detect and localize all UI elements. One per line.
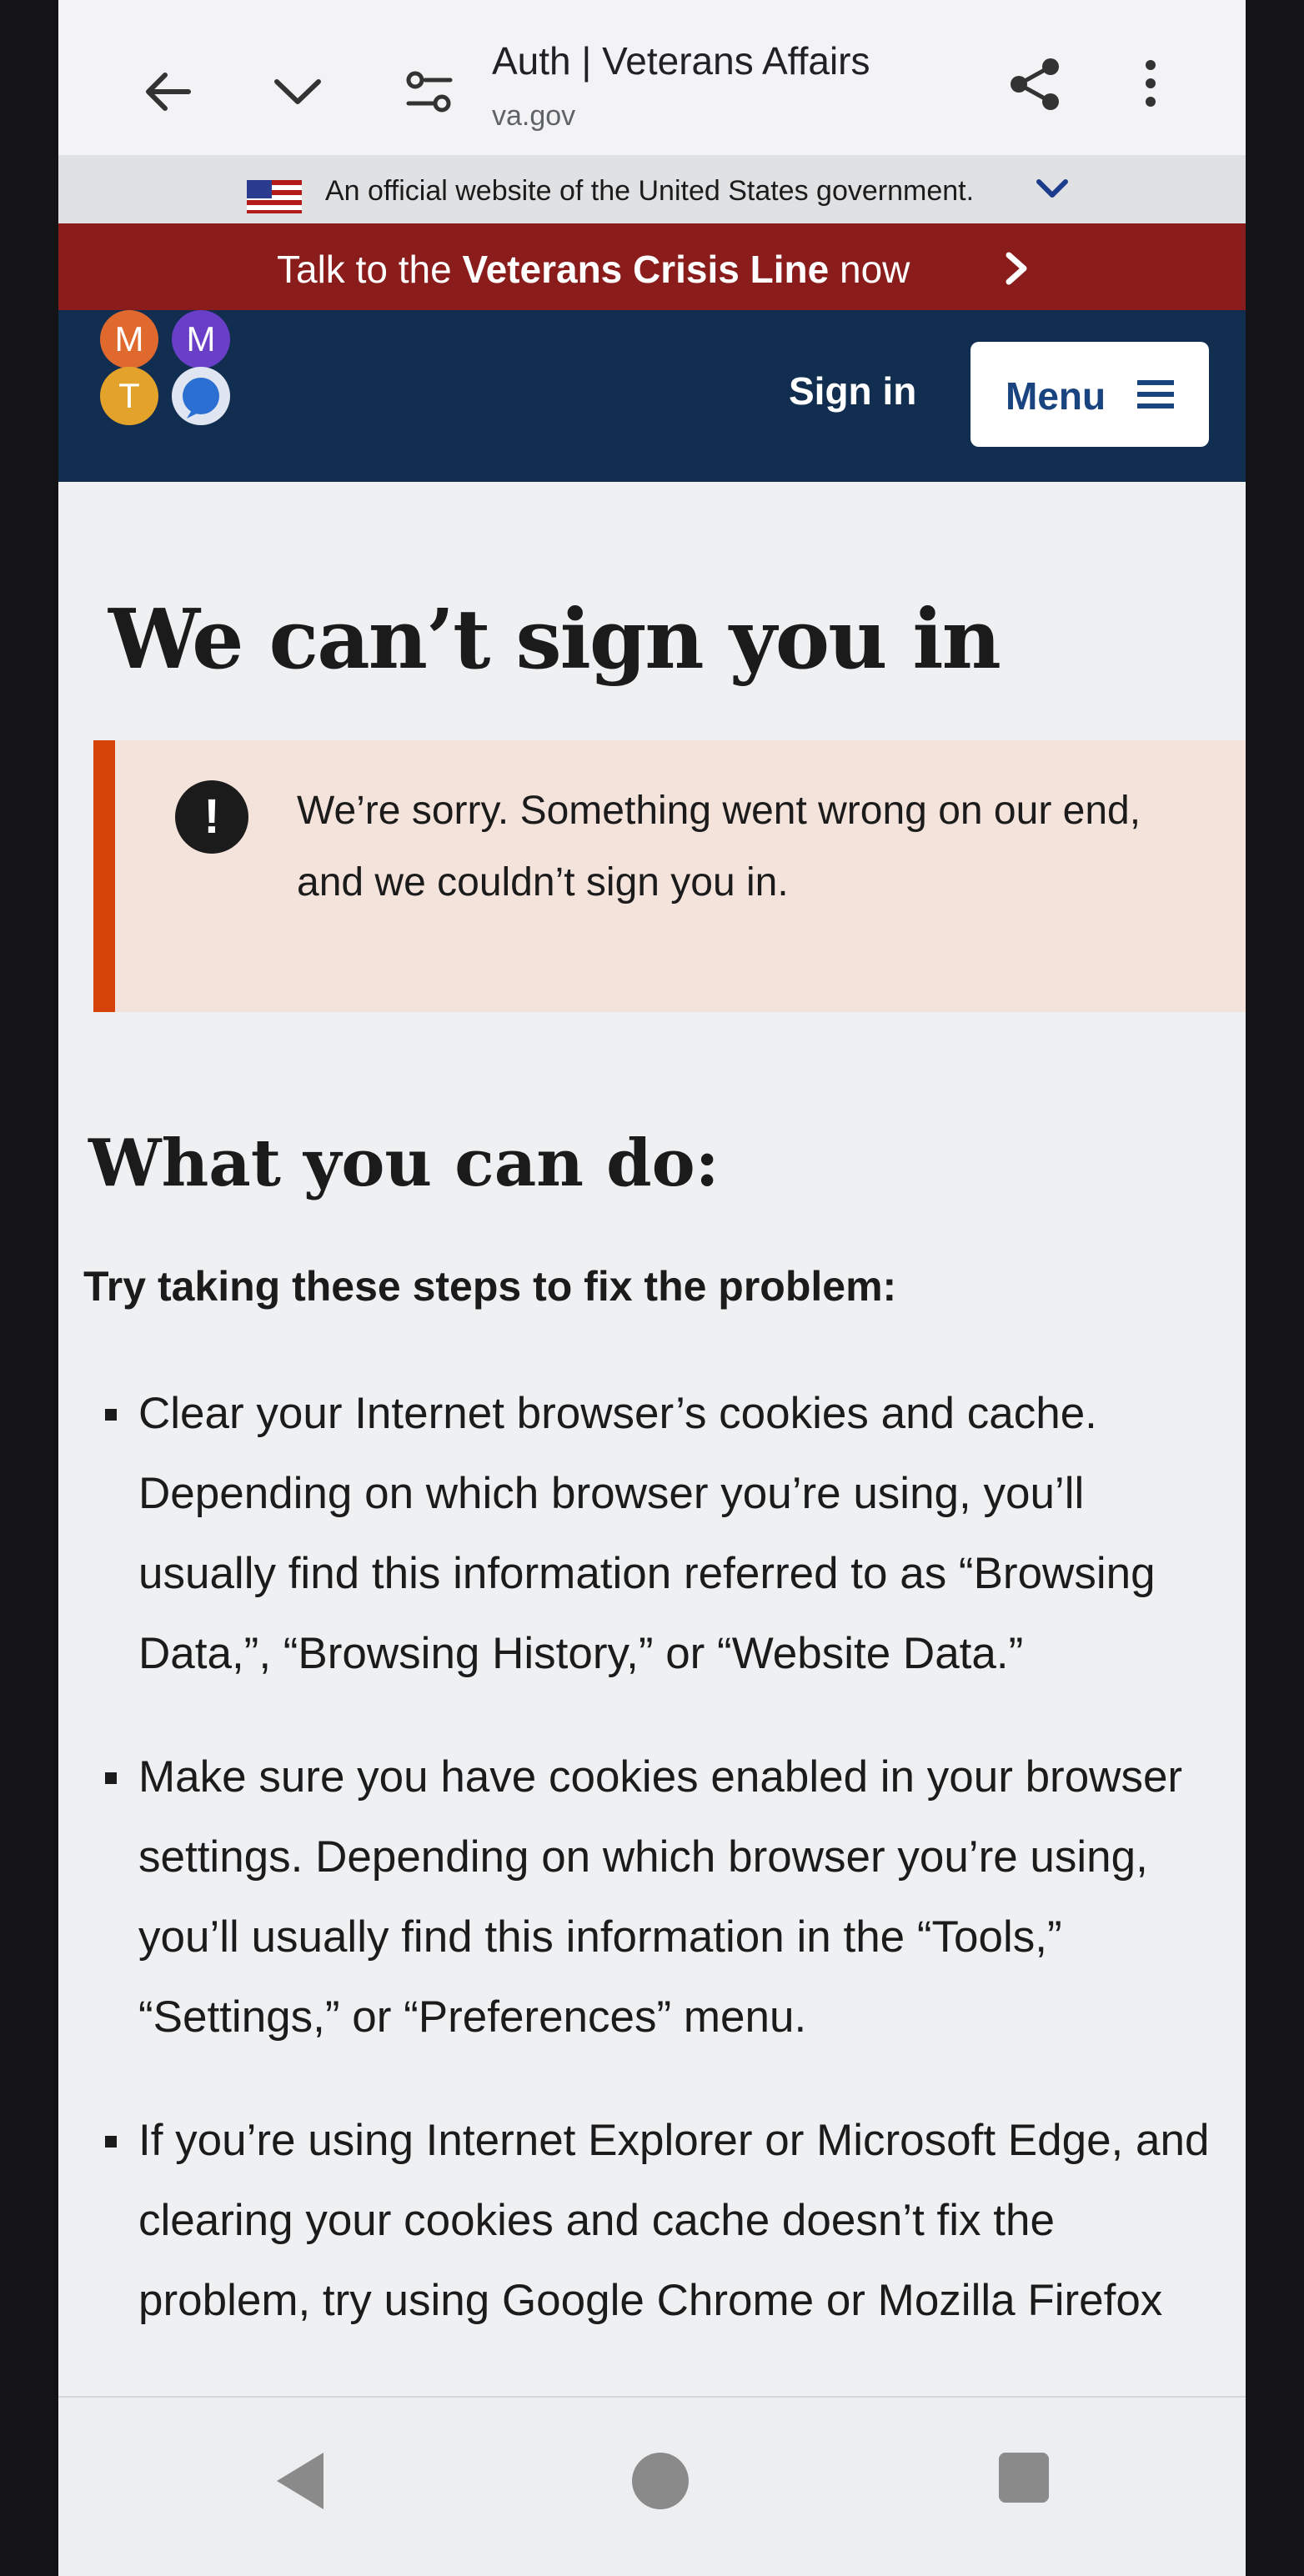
official-site-text[interactable]: An official website of the United States…: [325, 175, 974, 208]
crisis-line-banner[interactable]: Talk to the Veterans Crisis Line now: [58, 223, 1246, 310]
browser-page-title[interactable]: Auth | Veterans Affairs: [492, 38, 870, 83]
nav-back-icon[interactable]: [277, 2453, 323, 2509]
menu-label: Menu: [1006, 374, 1106, 418]
system-navigation-bar: [58, 2396, 1246, 2576]
site-settings-icon[interactable]: [404, 68, 455, 115]
steps-intro: Try taking these steps to fix the proble…: [83, 1263, 897, 1310]
avatar-m-orange: M: [100, 310, 158, 368]
list-item: Clear your Internet browser’s cookies an…: [58, 1374, 1246, 1694]
chevron-right-icon: [1006, 252, 1027, 285]
list-item: Make sure you have cookies enabled in yo…: [58, 1737, 1246, 2057]
share-icon[interactable]: [1006, 55, 1064, 113]
avatar-t-yellow: T: [100, 367, 158, 425]
steps-list: Clear your Internet browser’s cookies an…: [58, 1374, 1246, 2384]
crisis-line-text[interactable]: Talk to the Veterans Crisis Line now: [277, 247, 910, 292]
avatar-m-purple: M: [172, 310, 230, 368]
error-alert-text: We’re sorry. Something went wrong on our…: [297, 789, 1141, 905]
phone-screen: Auth | Veterans Affairs va.gov An offici…: [58, 0, 1246, 2576]
nav-recents-icon[interactable]: [999, 2453, 1049, 2503]
error-exclamation-icon: !: [175, 780, 248, 854]
crisis-line-emphasis: Veterans Crisis Line: [462, 248, 830, 291]
more-vert-icon[interactable]: [1142, 58, 1159, 108]
section-heading: What you can do:: [88, 1125, 720, 1201]
page-title: We can’t sign you in: [108, 592, 1001, 688]
browser-url[interactable]: va.gov: [492, 100, 575, 133]
banner-chevron-icon[interactable]: [1036, 177, 1069, 200]
site-header: M M T Sign in Menu: [58, 310, 1246, 482]
chevron-down-icon[interactable]: [270, 73, 325, 110]
sign-in-link[interactable]: Sign in: [789, 368, 916, 413]
error-alert: ! We’re sorry. Something went wrong on o…: [93, 740, 1246, 1012]
hamburger-icon: [1137, 380, 1174, 408]
nav-home-icon[interactable]: [632, 2453, 689, 2509]
back-arrow-icon[interactable]: [142, 67, 195, 117]
us-flag-icon: [247, 180, 302, 213]
browser-toolbar: Auth | Veterans Affairs va.gov: [58, 0, 1246, 155]
chat-bubble-icon: [172, 367, 230, 425]
menu-button[interactable]: Menu: [970, 342, 1209, 447]
list-item: If you’re using Internet Explorer or Mic…: [58, 2101, 1246, 2341]
